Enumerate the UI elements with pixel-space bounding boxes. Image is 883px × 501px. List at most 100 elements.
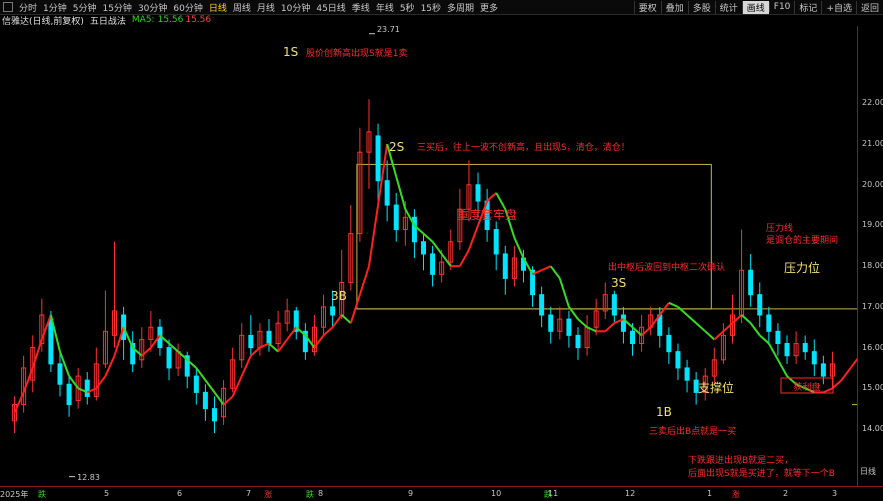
- tool-0[interactable]: 要权: [633, 0, 661, 14]
- ma5-segment: [558, 278, 570, 308]
- ma5-segment: [322, 326, 334, 337]
- tab-10[interactable]: 45日线: [313, 1, 348, 14]
- y-tick: 22.00: [862, 98, 883, 108]
- y-tick: 16.00: [862, 342, 883, 352]
- candle-body: [775, 330, 781, 345]
- candle-body: [630, 330, 636, 345]
- candle-body: [666, 334, 672, 353]
- ma5-segment: [341, 314, 352, 324]
- ma5-segment: [358, 265, 370, 295]
- x-tick: 5: [104, 489, 110, 498]
- event-mark[interactable]: 跌: [38, 489, 46, 500]
- label-1b: 1B: [656, 405, 672, 419]
- candle-body: [802, 343, 808, 353]
- ma5-segment: [240, 355, 252, 377]
- candle-body: [393, 204, 399, 231]
- candle-body: [48, 318, 54, 365]
- candle-body: [566, 318, 572, 336]
- ma5-segment: [13, 391, 25, 414]
- candle-body: [784, 343, 790, 357]
- tab-12[interactable]: 年线: [373, 1, 397, 14]
- window-menu-icon[interactable]: [3, 2, 13, 12]
- label-2s: 2S: [389, 140, 404, 154]
- candle-body: [248, 334, 254, 349]
- ma5-segment: [113, 326, 125, 357]
- tool-7[interactable]: +自选: [821, 0, 856, 14]
- event-mark[interactable]: 跌: [306, 489, 314, 500]
- ma5-segment: [277, 338, 288, 353]
- side-period-label: 日线: [860, 467, 876, 476]
- tab-11[interactable]: 季线: [349, 1, 373, 14]
- indicator-plan[interactable]: 五日战法: [90, 14, 126, 27]
- ma5-segment: [759, 334, 770, 345]
- candle-body: [266, 330, 272, 345]
- x-tick: 1: [707, 489, 713, 498]
- tool-8[interactable]: 返回: [855, 0, 883, 14]
- event-mark[interactable]: 涨: [264, 489, 272, 500]
- tool-1[interactable]: 叠加: [660, 0, 688, 14]
- candle-body: [493, 229, 499, 255]
- ma-label: MA5:: [131, 15, 155, 25]
- tab-16[interactable]: 更多: [477, 1, 501, 14]
- candle-body: [611, 294, 617, 316]
- tab-3[interactable]: 15分钟: [99, 1, 134, 14]
- label-trap-box: 重度套牢盘: [457, 207, 517, 222]
- label-2b-text2: 后面出现S就是买进了，就等下一个B: [688, 467, 835, 479]
- ma5-segment: [422, 232, 434, 243]
- kline-chart[interactable]: 23.71 12.83 1S 股价创新高出现S就是1卖 2S 三买后，往上一波不创新高，且…: [0, 26, 857, 486]
- ma5-segment: [104, 355, 116, 377]
- tab-2[interactable]: 5分钟: [70, 1, 100, 14]
- label-1s: 1S: [283, 45, 298, 59]
- tool-4[interactable]: 画线: [741, 0, 769, 14]
- label-resist-text1: 压力线: [766, 222, 793, 234]
- label-profit: 获利盘: [793, 381, 820, 393]
- ma5-segment: [259, 342, 270, 349]
- tab-8[interactable]: 月线: [254, 1, 278, 14]
- stock-title[interactable]: 信雅达(日线,前复权): [2, 14, 84, 27]
- ma5-segment: [604, 322, 616, 333]
- tab-4[interactable]: 30分钟: [135, 1, 170, 14]
- ma5-segment: [831, 379, 843, 390]
- tab-14[interactable]: 15秒: [418, 1, 444, 14]
- tool-3[interactable]: 统计: [714, 0, 742, 14]
- right-toolbar: 要权 叠加 多股 统计 画线 F10 标记 +自选 返回: [633, 0, 883, 14]
- tool-6[interactable]: 标记: [794, 0, 821, 14]
- tab-0[interactable]: 分时: [16, 1, 40, 14]
- event-mark[interactable]: 跌: [544, 489, 552, 500]
- tool-5[interactable]: F10: [768, 2, 795, 12]
- tool-2[interactable]: 多股: [687, 0, 715, 14]
- label-support: 支撑位: [698, 380, 734, 395]
- ma5-segment: [313, 334, 325, 349]
- tab-7[interactable]: 周线: [230, 1, 254, 14]
- ma5-segment: [431, 241, 443, 255]
- candle-body: [684, 367, 690, 381]
- time-axis: 2025年 5 6 7 8 9 10 11 12 1 2 3 跌涨跌跌涨: [0, 486, 883, 501]
- tab-15[interactable]: 多周期: [444, 1, 477, 14]
- event-mark[interactable]: 涨: [732, 489, 740, 500]
- ma5-segment: [213, 391, 225, 406]
- x-tick: 2: [783, 489, 789, 498]
- candle-body: [384, 180, 390, 206]
- label-3s: 3S: [611, 276, 626, 290]
- ma5-segment: [749, 322, 761, 336]
- tab-5[interactable]: 60分钟: [170, 1, 205, 14]
- candle-body: [502, 253, 508, 279]
- candle-body: [766, 314, 772, 332]
- x-tick: 7: [246, 489, 252, 498]
- ma5-segment: [722, 322, 734, 333]
- low-price-label: 12.83: [77, 473, 100, 482]
- candle-body: [421, 241, 426, 255]
- ma5-segment: [686, 314, 697, 324]
- ma5-segment: [541, 265, 552, 272]
- tab-1[interactable]: 1分钟: [40, 1, 70, 14]
- tab-13[interactable]: 5秒: [397, 1, 418, 14]
- label-resist: 压力位: [784, 260, 820, 275]
- tab-9[interactable]: 10分钟: [278, 1, 313, 14]
- x-tick: 6: [177, 489, 183, 498]
- ma5-segment: [677, 306, 688, 316]
- high-price-label: 23.71: [377, 26, 400, 34]
- candle-body: [375, 135, 381, 182]
- y-tick: 21.00: [862, 139, 883, 149]
- label-3b: 3B: [331, 289, 347, 303]
- tab-6[interactable]: 日线: [206, 1, 230, 14]
